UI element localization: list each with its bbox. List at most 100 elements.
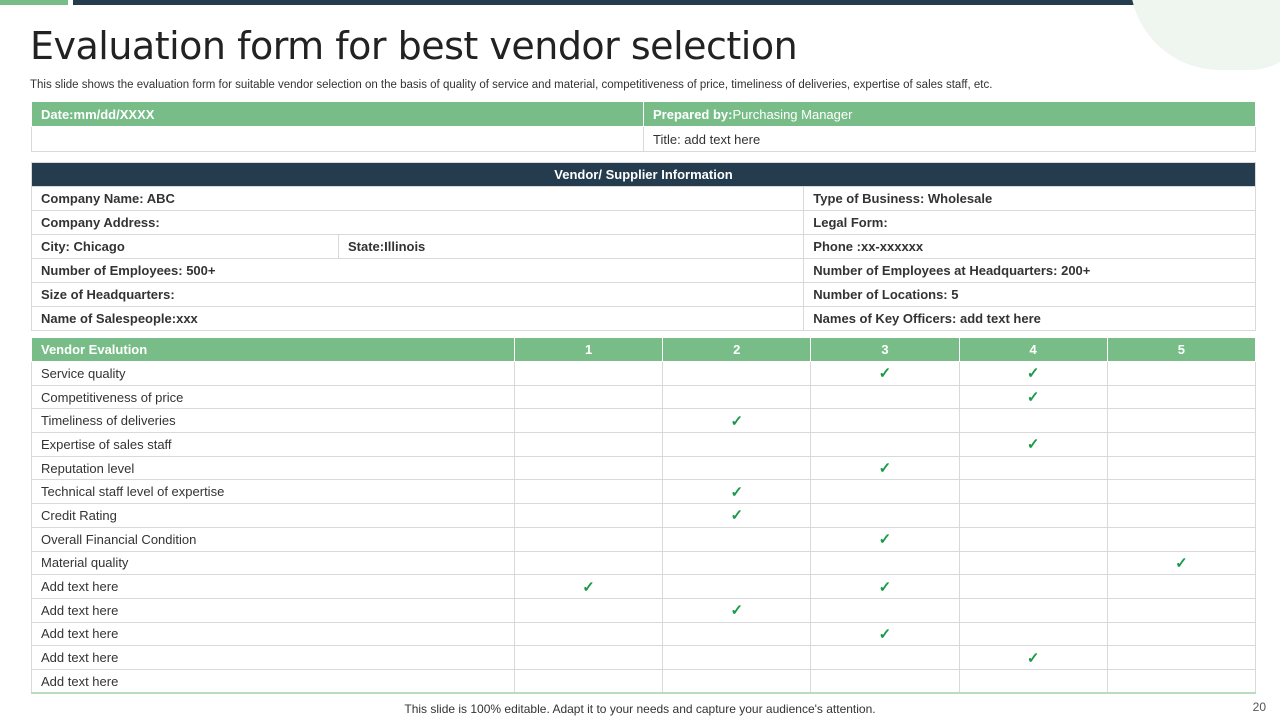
rating-cell-4[interactable] bbox=[958, 455, 1108, 481]
rating-cell-2[interactable] bbox=[662, 526, 812, 552]
rating-cell-2[interactable] bbox=[662, 455, 812, 481]
check-icon: ✓ bbox=[730, 412, 744, 430]
criterion-label: Add text here bbox=[31, 597, 515, 623]
page-title: Evaluation form for best vendor selectio… bbox=[30, 24, 798, 68]
vendor-heading: Vendor/ Supplier Information bbox=[31, 162, 1256, 187]
rating-cell-1[interactable] bbox=[513, 621, 664, 647]
rating-cell-1[interactable] bbox=[513, 550, 664, 576]
rating-cell-5[interactable] bbox=[1106, 621, 1257, 647]
business-type: Type of Business: Wholesale bbox=[803, 186, 1256, 211]
rating-cell-4[interactable] bbox=[958, 597, 1108, 623]
rating-cell-2[interactable] bbox=[662, 645, 812, 670]
rating-cell-2[interactable] bbox=[662, 384, 812, 410]
rating-cell-1[interactable] bbox=[513, 432, 664, 457]
city: City: Chicago bbox=[31, 234, 339, 259]
table-row: Add text here ✓ bbox=[31, 597, 1257, 623]
state: State:Illinois bbox=[337, 234, 805, 259]
rating-column-5: 5 bbox=[1106, 337, 1257, 362]
rating-cell-4[interactable] bbox=[958, 550, 1108, 576]
rating-cell-4[interactable]: ✓ bbox=[958, 384, 1108, 410]
rating-cell-4[interactable] bbox=[958, 526, 1108, 552]
rating-cell-4[interactable] bbox=[958, 574, 1108, 599]
page-subtitle: This slide shows the evaluation form for… bbox=[30, 79, 993, 91]
rating-cell-1[interactable] bbox=[513, 503, 664, 528]
rating-cell-5[interactable] bbox=[1106, 408, 1257, 434]
rating-cell-2[interactable]: ✓ bbox=[662, 408, 812, 434]
check-icon: ✓ bbox=[730, 602, 744, 620]
decorative-shape bbox=[1130, 0, 1280, 70]
salespeople: Name of Salespeople:xxx bbox=[30, 306, 805, 331]
rating-cell-1[interactable] bbox=[513, 384, 664, 410]
rating-cell-5[interactable] bbox=[1106, 574, 1257, 599]
rating-column-3: 3 bbox=[810, 337, 960, 362]
rating-cell-4[interactable] bbox=[958, 668, 1108, 695]
rating-cell-2[interactable]: ✓ bbox=[662, 597, 812, 623]
rating-cell-3[interactable]: ✓ bbox=[810, 574, 960, 599]
rating-cell-5[interactable] bbox=[1106, 479, 1257, 505]
rating-cell-3[interactable] bbox=[810, 408, 960, 434]
rating-cell-4[interactable] bbox=[958, 408, 1108, 434]
rating-cell-4[interactable]: ✓ bbox=[958, 361, 1108, 386]
rating-cell-2[interactable] bbox=[662, 621, 812, 647]
rating-cell-4[interactable]: ✓ bbox=[958, 432, 1108, 457]
rating-cell-3[interactable] bbox=[810, 550, 960, 576]
date-cell: Date:mm/dd/XXXX bbox=[31, 101, 644, 127]
rating-cell-2[interactable] bbox=[662, 432, 812, 457]
rating-cell-1[interactable] bbox=[513, 361, 664, 386]
rating-cell-4[interactable] bbox=[958, 479, 1108, 505]
rating-cell-1[interactable] bbox=[513, 597, 664, 623]
rating-cell-2[interactable]: ✓ bbox=[662, 479, 812, 505]
criterion-label: Expertise of sales staff bbox=[31, 432, 515, 457]
rating-cell-5[interactable]: ✓ bbox=[1106, 550, 1257, 576]
criterion-label: Service quality bbox=[31, 361, 515, 386]
table-row: Material quality ✓ bbox=[31, 550, 1257, 576]
check-icon: ✓ bbox=[1026, 436, 1040, 454]
rating-cell-1[interactable] bbox=[513, 668, 664, 695]
rating-cell-3[interactable]: ✓ bbox=[810, 621, 960, 647]
table-row: Technical staff level of expertise ✓ bbox=[31, 479, 1257, 505]
rating-cell-2[interactable]: ✓ bbox=[662, 503, 812, 528]
rating-cell-1[interactable] bbox=[513, 645, 664, 670]
rating-cell-1[interactable] bbox=[513, 526, 664, 552]
rating-cell-3[interactable]: ✓ bbox=[810, 526, 960, 552]
rating-cell-2[interactable] bbox=[662, 550, 812, 576]
rating-cell-5[interactable] bbox=[1106, 361, 1257, 386]
rating-cell-1[interactable]: ✓ bbox=[513, 574, 664, 599]
rating-cell-1[interactable] bbox=[513, 408, 664, 434]
page-number: 20 bbox=[1252, 700, 1266, 714]
accent-bar-navy bbox=[73, 0, 1280, 5]
rating-cell-5[interactable] bbox=[1106, 526, 1257, 552]
rating-cell-4[interactable] bbox=[958, 621, 1108, 647]
rating-cell-2[interactable] bbox=[662, 361, 812, 386]
rating-cell-3[interactable]: ✓ bbox=[810, 361, 960, 386]
rating-cell-2[interactable] bbox=[662, 574, 812, 599]
company-name: Company Name: ABC bbox=[30, 186, 805, 211]
rating-cell-3[interactable] bbox=[810, 503, 960, 528]
check-icon: ✓ bbox=[878, 531, 892, 549]
rating-cell-5[interactable] bbox=[1106, 645, 1257, 670]
rating-cell-1[interactable] bbox=[513, 455, 664, 481]
rating-cell-5[interactable] bbox=[1106, 668, 1257, 695]
table-row: Add text here ✓ bbox=[31, 645, 1257, 670]
rating-cell-4[interactable]: ✓ bbox=[958, 645, 1108, 670]
legal-form: Legal Form: bbox=[803, 210, 1256, 235]
rating-cell-5[interactable] bbox=[1106, 597, 1257, 623]
rating-cell-3[interactable]: ✓ bbox=[810, 455, 960, 481]
table-row: Add text here bbox=[31, 668, 1257, 695]
rating-cell-5[interactable] bbox=[1106, 503, 1257, 528]
rating-cell-5[interactable] bbox=[1106, 384, 1257, 410]
rating-cell-3[interactable] bbox=[810, 645, 960, 670]
rating-cell-3[interactable] bbox=[810, 668, 960, 695]
rating-cell-2[interactable] bbox=[662, 668, 812, 695]
rating-cell-5[interactable] bbox=[1106, 432, 1257, 457]
rating-cell-3[interactable] bbox=[810, 597, 960, 623]
rating-cell-3[interactable] bbox=[810, 479, 960, 505]
rating-cell-3[interactable] bbox=[810, 384, 960, 410]
check-icon: ✓ bbox=[1175, 554, 1188, 572]
rating-cell-5[interactable] bbox=[1106, 455, 1257, 481]
rating-cell-4[interactable] bbox=[958, 503, 1108, 528]
criterion-label: Competitiveness of price bbox=[31, 384, 515, 410]
rating-cell-3[interactable] bbox=[810, 432, 960, 457]
rating-cell-1[interactable] bbox=[513, 479, 664, 505]
prepared-value: Purchasing Manager bbox=[732, 106, 853, 122]
